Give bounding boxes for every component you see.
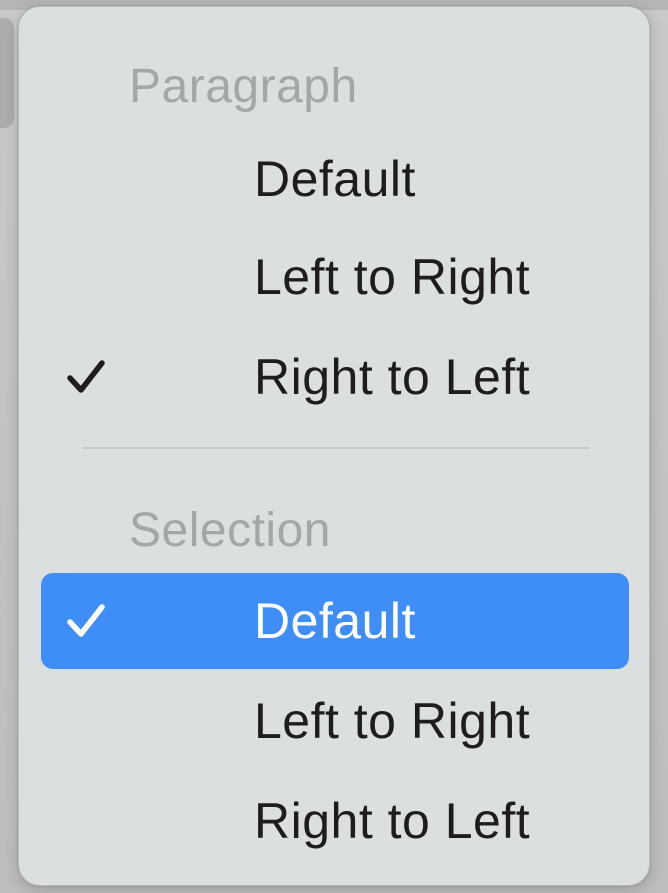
writing-direction-menu: Paragraph Default Left to Right Right to… (18, 6, 650, 886)
menu-item-label: Right to Left (254, 349, 531, 405)
menu-item-selection-default[interactable]: Default (41, 573, 629, 669)
menu-item-paragraph-left-to-right[interactable]: Left to Right (41, 229, 629, 325)
window-control-hint (0, 18, 14, 128)
checkmark-icon (63, 354, 109, 400)
menu-item-label: Default (254, 151, 416, 207)
menu-item-selection-right-to-left[interactable]: Right to Left (41, 773, 629, 869)
menu-item-selection-left-to-right[interactable]: Left to Right (41, 673, 629, 769)
menu-item-label: Left to Right (254, 249, 531, 305)
menu-item-paragraph-default[interactable]: Default (41, 131, 629, 227)
menu-item-label: Left to Right (254, 693, 531, 749)
section-header-paragraph: Paragraph (129, 60, 358, 113)
section-header-selection: Selection (129, 504, 331, 557)
checkmark-icon (63, 598, 109, 644)
menu-separator (83, 447, 589, 449)
menu-item-paragraph-right-to-left[interactable]: Right to Left (41, 329, 629, 425)
menu-item-label: Default (254, 593, 416, 649)
menu-item-label: Right to Left (254, 793, 531, 849)
